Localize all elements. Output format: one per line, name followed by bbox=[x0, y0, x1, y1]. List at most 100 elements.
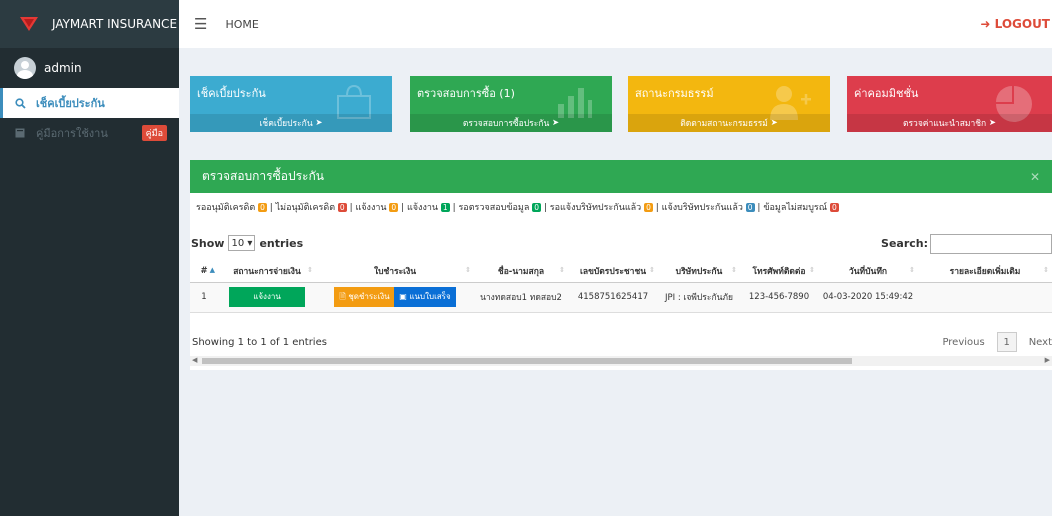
column-header[interactable]: วันที่บันทึก ⇕ bbox=[818, 260, 918, 283]
logout-button[interactable]: ➜ LOGOUT bbox=[980, 17, 1050, 31]
legend-item: รออนุมัติเครดิต 0 bbox=[196, 203, 267, 213]
attach-receipt-button[interactable]: ▣ แนบใบเสร็จ bbox=[394, 287, 456, 307]
tile-footer-link[interactable]: ตรวจสอบการซื้อประกัน ➤ bbox=[410, 114, 612, 132]
tile-footer-link[interactable]: เช็คเบี้ยประกัน ➤ bbox=[190, 114, 392, 132]
row-number: 1 bbox=[190, 282, 218, 313]
tile-title: ตรวจสอบการซื้อ (1) bbox=[417, 87, 515, 100]
legend-label: รอแจ้งบริษัทประกันแล้ว bbox=[549, 203, 642, 213]
attach-receipt-label: แนบใบเสร็จ bbox=[409, 292, 451, 301]
legend-count-badge: 1 bbox=[440, 203, 450, 212]
column-header-label: เลขบัตรประชาชน bbox=[579, 266, 647, 277]
table-info: Showing 1 to 1 of 1 entries bbox=[192, 337, 327, 348]
tile-check-premium[interactable]: เช็คเบี้ยประกัน เช็คเบี้ยประกัน ➤ bbox=[190, 76, 392, 132]
legend-label: แจ้งงาน bbox=[406, 203, 439, 213]
column-header[interactable]: สถานะการจ่ายเงิน ⇕ bbox=[218, 260, 316, 283]
payment-set-button[interactable]: 🗎 ชุดชำระเงิน bbox=[334, 287, 395, 307]
brand[interactable]: JAYMART INSURANCE bbox=[0, 0, 179, 48]
sort-icon: ▲ bbox=[209, 266, 215, 274]
tile-commission[interactable]: ค่าคอมมิชชั่น ตรวจค่าแนะนำสมาชิก ➤ bbox=[847, 76, 1052, 132]
payment-set-label: ชุดชำระเงิน bbox=[348, 292, 390, 301]
tile-footer-link[interactable]: ติดตามสถานะกรมธรรม์ ➤ bbox=[628, 114, 830, 132]
avatar bbox=[14, 57, 36, 79]
sort-icon: ⇕ bbox=[307, 266, 313, 274]
legend-count-badge: 0 bbox=[258, 203, 267, 212]
entries-length: Show 10 ▾ entries bbox=[191, 235, 303, 251]
column-header-label: # bbox=[200, 265, 208, 276]
close-icon[interactable]: ✕ bbox=[1030, 170, 1040, 184]
breadcrumb-home[interactable]: HOME bbox=[225, 18, 258, 31]
column-header-label: โทรศัพท์ติดต่อ bbox=[752, 266, 806, 277]
legend-item: แจ้งงาน 0 bbox=[355, 203, 399, 213]
tile-check-purchase[interactable]: ตรวจสอบการซื้อ (1) ตรวจสอบการซื้อประกัน … bbox=[410, 76, 612, 132]
sort-icon: ⇕ bbox=[731, 266, 737, 274]
column-header[interactable]: รายละเอียดเพิ่มเติม ⇕ bbox=[918, 260, 1052, 283]
sidebar-item-manual[interactable]: คู่มือการใช้งาน คู่มือ bbox=[0, 118, 179, 148]
legend-label: แจ้งงาน bbox=[355, 203, 387, 213]
top-header: ☰ HOME ➜ LOGOUT bbox=[179, 0, 1052, 48]
horizontal-scrollbar[interactable]: ◀ ▶ bbox=[190, 356, 1052, 366]
column-header[interactable]: ชื่อ-นามสกุล ⇕ bbox=[474, 260, 568, 283]
tile-policy-status[interactable]: สถานะกรมธรรม์ ติดตามสถานะกรมธรรม์ ➤ bbox=[628, 76, 830, 132]
column-header[interactable]: ใบชำระเงิน ⇕ bbox=[316, 260, 474, 283]
status-legend: รออนุมัติเครดิต 0 | ไม่อนุมัติเครดิต 0 |… bbox=[196, 203, 839, 213]
legend-count-badge: 0 bbox=[532, 203, 541, 212]
previous-button[interactable]: Previous bbox=[942, 337, 984, 348]
user-panel: admin bbox=[0, 48, 179, 88]
receipt-cell: 🗎 ชุดชำระเงิน ▣ แนบใบเสร็จ bbox=[316, 282, 474, 313]
tile-footer-label: ตรวจค่าแนะนำสมาชิก bbox=[902, 119, 987, 129]
tile-footer-label: ติดตามสถานะกรมธรรม์ bbox=[680, 119, 768, 129]
menu-toggle-icon[interactable]: ☰ bbox=[194, 15, 207, 33]
name-cell: นางทดสอบ1 ทดสอบ2 bbox=[474, 282, 568, 313]
legend-item: ข้อมูลไม่สมบูรณ์ 0 bbox=[763, 203, 839, 213]
panel-title: ตรวจสอบการซื้อประกัน bbox=[202, 169, 324, 183]
search-input[interactable] bbox=[930, 234, 1052, 254]
legend-count-badge: 0 bbox=[644, 203, 653, 212]
legend-item: รอตรวจสอบข้อมูล 0 bbox=[458, 203, 541, 213]
sign-out-icon: ➜ bbox=[980, 17, 991, 31]
legend-item: แจ้งงาน 1 bbox=[407, 203, 450, 213]
entries-select[interactable]: 10 ▾ bbox=[228, 235, 256, 251]
tile-footer-label: เช็คเบี้ยประกัน bbox=[259, 119, 313, 129]
arrow-circle-icon: ➤ bbox=[315, 118, 323, 128]
column-header-label: ชื่อ-นามสกุล bbox=[497, 266, 545, 277]
column-header[interactable]: # ▲ bbox=[190, 260, 218, 283]
sidebar-item-label: คู่มือการใช้งาน bbox=[36, 127, 108, 140]
legend-label: รออนุมัติเครดิต bbox=[196, 203, 256, 213]
purchase-table: # ▲ สถานะการจ่ายเงิน ⇕ ใบชำระเงิน ⇕ ชื่อ-นา… bbox=[190, 260, 1052, 313]
panel-header: ตรวจสอบการซื้อประกัน ✕ bbox=[190, 160, 1052, 193]
legend-item: ไม่อนุมัติเครดิต 0 bbox=[276, 203, 347, 213]
legend-count-badge: 0 bbox=[337, 203, 347, 212]
id-card-cell: 4158751625417 bbox=[568, 282, 658, 313]
legend-count-badge: 0 bbox=[745, 203, 755, 212]
column-header[interactable]: เลขบัตรประชาชน ⇕ bbox=[568, 260, 658, 283]
company-cell: JPI : เจพีประกันภัย bbox=[658, 282, 740, 313]
scrollbar-thumb[interactable] bbox=[202, 358, 852, 364]
column-header[interactable]: บริษัทประกัน ⇕ bbox=[658, 260, 740, 283]
legend-label: รอตรวจสอบข้อมูล bbox=[458, 203, 530, 213]
entries-label: entries bbox=[259, 236, 304, 250]
sort-icon: ⇕ bbox=[649, 266, 655, 274]
purchase-check-panel: ตรวจสอบการซื้อประกัน ✕ รออนุมัติเครดิต 0… bbox=[190, 160, 1052, 370]
show-label: Show bbox=[191, 236, 225, 250]
sidebar-item-label: เช็คเบี้ยประกัน bbox=[36, 97, 105, 110]
column-header-label: รายละเอียดเพิ่มเติม bbox=[949, 266, 1021, 277]
table-header-row: # ▲ สถานะการจ่ายเงิน ⇕ ใบชำระเงิน ⇕ ชื่อ-นา… bbox=[190, 260, 1052, 283]
tile-footer-link[interactable]: ตรวจค่าแนะนำสมาชิก ➤ bbox=[847, 114, 1052, 132]
next-button[interactable]: Next bbox=[1029, 337, 1052, 348]
payment-status-cell: แจ้งงาน bbox=[218, 282, 316, 313]
column-header-label: บริษัทประกัน bbox=[675, 266, 723, 277]
column-header[interactable]: โทรศัพท์ติดต่อ ⇕ bbox=[740, 260, 818, 283]
legend-label: ข้อมูลไม่สมบูรณ์ bbox=[763, 203, 828, 213]
sidebar-item-check-premium[interactable]: เช็คเบี้ยประกัน bbox=[0, 88, 179, 118]
sort-icon: ⇕ bbox=[909, 266, 915, 274]
tile-title: ค่าคอมมิชชั่น bbox=[854, 87, 919, 100]
scroll-left-icon[interactable]: ◀ bbox=[192, 356, 197, 364]
legend-label: แจ้งบริษัทประกันแล้ว bbox=[661, 203, 743, 213]
scroll-right-icon[interactable]: ▶ bbox=[1045, 356, 1050, 364]
sort-icon: ⇕ bbox=[465, 266, 471, 274]
manual-badge: คู่มือ bbox=[141, 125, 167, 141]
column-header-label: สถานะการจ่ายเงิน bbox=[233, 266, 301, 277]
date-cell: 04-03-2020 15:49:42 bbox=[818, 282, 918, 313]
page-number-button[interactable]: 1 bbox=[996, 332, 1017, 352]
status-button[interactable]: แจ้งงาน bbox=[229, 287, 305, 307]
